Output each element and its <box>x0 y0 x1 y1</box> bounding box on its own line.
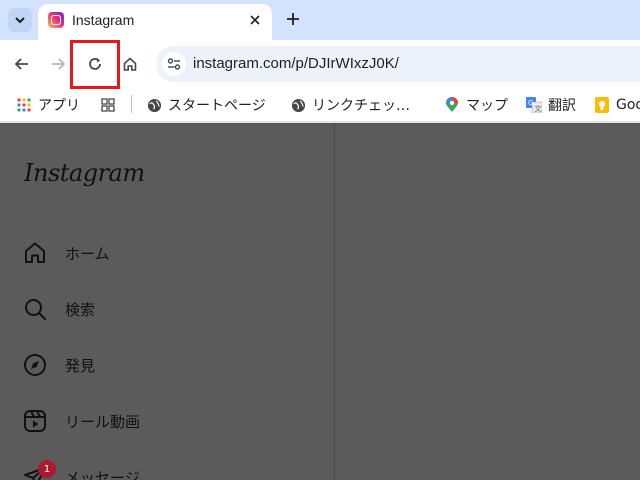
arrow-right-icon <box>52 58 66 70</box>
messenger-icon: 1 <box>22 460 56 480</box>
nav-item-home[interactable]: ホーム <box>22 237 322 269</box>
chevron-down-icon <box>15 17 25 24</box>
nav-item-reels[interactable]: リール動画 <box>22 405 322 437</box>
keep-icon <box>594 97 610 113</box>
bookmark-maps[interactable]: マップ <box>444 93 508 117</box>
grid-icon <box>100 97 116 113</box>
home-icon <box>22 240 48 266</box>
bookmark-label: マップ <box>466 98 508 114</box>
instagram-favicon-icon <box>48 12 64 28</box>
reels-icon <box>22 408 48 434</box>
instagram-logo[interactable]: Instagram <box>24 159 145 187</box>
nav-label: 発見 <box>65 356 96 375</box>
bookmarks-separator <box>131 95 132 113</box>
apps-grid-icon <box>16 97 32 113</box>
svg-text:文: 文 <box>535 104 542 113</box>
tab-search-button[interactable] <box>8 8 32 32</box>
tab-close-button[interactable] <box>246 11 264 29</box>
tune-icon <box>167 58 181 70</box>
maps-pin-icon <box>444 97 460 113</box>
bookmark-translate[interactable]: G文 翻訳 <box>526 93 576 117</box>
search-icon <box>22 296 48 322</box>
bookmark-label: 翻訳 <box>548 98 576 114</box>
translate-icon: G文 <box>526 97 542 113</box>
arrow-left-icon <box>14 58 28 70</box>
new-tab-button[interactable] <box>282 8 304 30</box>
home-button[interactable] <box>116 50 144 78</box>
close-icon <box>250 15 260 25</box>
instagram-page: Instagram ホーム 検索 発見 リール動画 1 メッセージ <box>0 123 640 480</box>
bookmark-label: アプリ <box>38 98 80 114</box>
bookmark-link-check[interactable]: リンクチェッ… <box>290 93 410 117</box>
site-info-button[interactable] <box>162 52 186 76</box>
nav-label: リール動画 <box>65 412 141 431</box>
bookmark-grid[interactable] <box>100 93 122 117</box>
forward-button[interactable] <box>44 50 72 78</box>
bookmark-label: Goo <box>616 97 640 113</box>
globe-icon <box>146 97 162 113</box>
bookmark-google-keep[interactable]: Goo <box>594 93 640 117</box>
globe-icon <box>290 97 306 113</box>
address-bar[interactable]: instagram.com/p/DJIrWIxzJ0K/ <box>156 46 640 82</box>
nav-label: メッセージ <box>65 468 140 480</box>
nav-item-messages[interactable]: 1 メッセージ <box>22 460 322 480</box>
bookmarks-bar: アプリ スタートページ リンクチェッ… マップ G文 翻訳 Goo <box>0 88 640 122</box>
bookmark-apps[interactable]: アプリ <box>16 93 80 117</box>
home-icon <box>123 57 137 71</box>
bookmark-label: リンクチェッ… <box>312 98 410 114</box>
tab-title: Instagram <box>72 12 135 28</box>
bookmark-label: スタートページ <box>168 98 266 114</box>
back-button[interactable] <box>8 50 36 78</box>
nav-item-search[interactable]: 検索 <box>22 293 322 325</box>
nav-label: ホーム <box>65 244 110 263</box>
bookmark-start-page[interactable]: スタートページ <box>146 93 266 117</box>
tab-strip: Instagram <box>0 0 640 40</box>
instagram-sidebar: Instagram ホーム 検索 発見 リール動画 1 メッセージ <box>0 123 335 480</box>
reload-highlight-box <box>70 40 120 89</box>
notification-badge: 1 <box>38 460 56 478</box>
nav-item-explore[interactable]: 発見 <box>22 349 322 381</box>
plus-icon <box>287 13 299 25</box>
tab-instagram[interactable]: Instagram <box>38 4 272 40</box>
svg-text:G: G <box>528 99 533 107</box>
explore-compass-icon <box>22 352 48 378</box>
nav-label: 検索 <box>65 300 96 319</box>
url-text[interactable]: instagram.com/p/DJIrWIxzJ0K/ <box>193 55 399 72</box>
